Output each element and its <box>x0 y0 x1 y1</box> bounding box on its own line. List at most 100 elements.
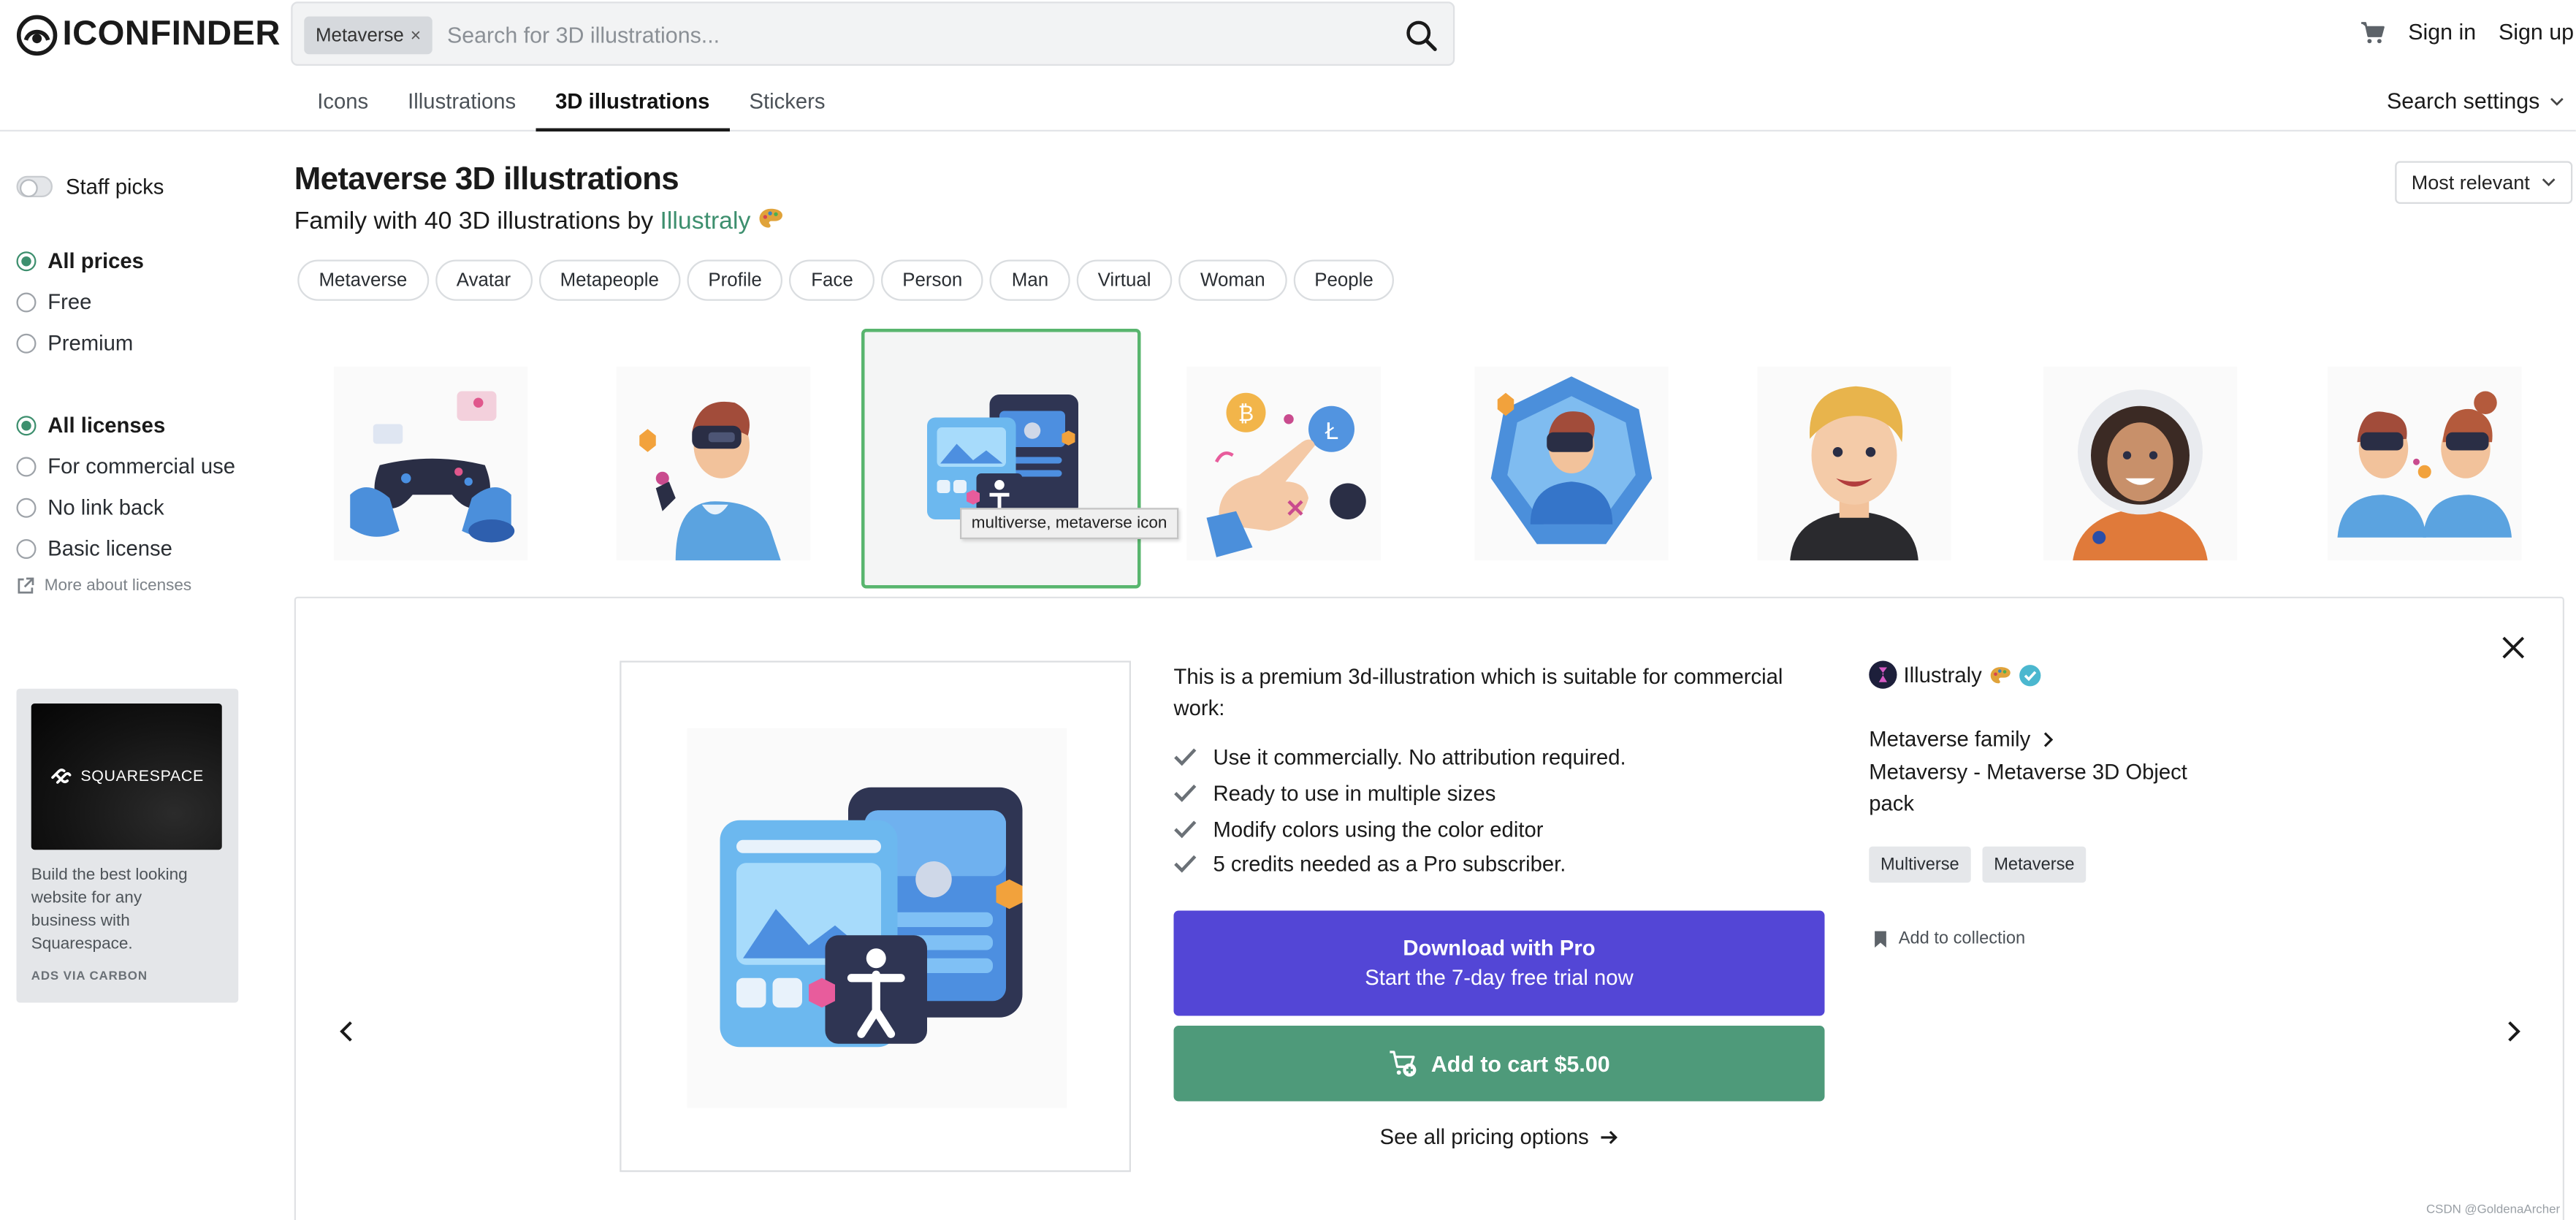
tag-pill[interactable]: Face <box>789 259 875 301</box>
preview-frame <box>620 660 1131 1173</box>
ad-text[interactable]: Build the best looking website for any b… <box>31 865 196 957</box>
search-filter-chip[interactable]: Metaverse × <box>304 16 433 55</box>
feature-item: Ready to use in multiple sizes <box>1174 781 1495 806</box>
thumbnail-vr-portal[interactable] <box>1474 366 1669 561</box>
add-to-collection-button[interactable]: Add to collection <box>1874 929 2025 948</box>
chevron-left-icon[interactable] <box>339 1021 354 1042</box>
thumbnail-crypto-hand[interactable]: ₿ Ł <box>1186 366 1382 561</box>
license-option-label: No link back <box>47 495 164 519</box>
carbon-ad[interactable]: SQUARESPACE Build the best looking websi… <box>16 688 239 1003</box>
thumbnail-astronaut-woman[interactable] <box>2043 366 2238 561</box>
chevron-right-icon[interactable] <box>2507 1021 2521 1042</box>
related-tags: Metaverse Avatar Metapeople Profile Face… <box>297 259 1395 301</box>
cart-icon[interactable] <box>2360 21 2385 45</box>
radio-icon[interactable] <box>16 415 37 435</box>
detail-tag[interactable]: Metaverse <box>1982 846 2087 883</box>
svg-text:Ł: Ł <box>1325 419 1338 445</box>
palette-icon <box>758 208 782 228</box>
author-name[interactable]: Illustraly <box>1904 663 1982 687</box>
thumbnail-vr-man[interactable] <box>616 366 811 561</box>
pricing-options-link[interactable]: See all pricing options <box>1174 1124 1825 1149</box>
logo[interactable]: ICONFINDER <box>16 13 281 56</box>
close-icon[interactable] <box>2502 636 2526 660</box>
cart-button-label: Add to cart $5.00 <box>1430 1051 1610 1076</box>
tag-pill[interactable]: Virtual <box>1076 259 1173 301</box>
tag-pill[interactable]: Man <box>990 259 1070 301</box>
chevron-down-icon <box>2550 96 2564 105</box>
tag-pill[interactable]: Metaverse <box>297 259 429 301</box>
palette-icon <box>1990 666 2011 683</box>
radio-icon[interactable] <box>16 497 37 517</box>
sort-label: Most relevant <box>2411 171 2530 194</box>
page-subtitle: Family with 40 3D illustrations by Illus… <box>294 207 784 235</box>
more-licenses-link[interactable]: More about licenses <box>17 576 192 595</box>
external-link-icon <box>18 577 34 594</box>
thumbnail-blond-man[interactable] <box>1757 366 1951 561</box>
family-link-label: Metaverse family <box>1869 726 2031 752</box>
staff-picks-toggle[interactable]: Staff picks <box>16 174 164 199</box>
license-option-all[interactable]: All licenses <box>16 413 165 438</box>
radio-icon[interactable] <box>16 251 37 271</box>
license-option-commercial[interactable]: For commercial use <box>16 454 235 479</box>
asset-type-tabs: Icons Illustrations 3D illustrations Sti… <box>297 74 845 131</box>
sort-dropdown[interactable]: Most relevant <box>2395 161 2573 204</box>
download-with-pro-button[interactable]: Download with Pro Start the 7-day free t… <box>1173 910 1825 1016</box>
tab-3d-illustrations[interactable]: 3D illustrations <box>536 74 730 131</box>
search-bar: Metaverse × <box>291 1 1455 66</box>
thumbnail-tooltip: multiverse, metaverse icon <box>960 508 1179 539</box>
radio-icon[interactable] <box>16 538 37 558</box>
tag-pill[interactable]: Avatar <box>435 259 533 301</box>
detail-tag[interactable]: Multiverse <box>1869 846 1971 883</box>
author-link[interactable]: Illustraly <box>660 207 751 235</box>
license-option-no-link-back[interactable]: No link back <box>16 495 164 519</box>
tag-pill[interactable]: Metapeople <box>538 259 681 301</box>
add-to-cart-button[interactable]: Add to cart $5.00 <box>1173 1026 1825 1102</box>
price-option-free[interactable]: Free <box>16 289 91 314</box>
family-link[interactable]: Metaverse family <box>1869 726 2054 752</box>
pro-button-title: Download with Pro <box>1403 935 1596 960</box>
tab-illustrations[interactable]: Illustrations <box>388 74 536 131</box>
more-licenses-label: More about licenses <box>44 576 192 595</box>
tag-pill[interactable]: Woman <box>1178 259 1287 301</box>
license-description: This is a premium 3d-illustration which … <box>1173 664 1783 720</box>
ad-via[interactable]: ADS VIA CARBON <box>31 968 148 983</box>
pro-button-subtitle: Start the 7-day free trial now <box>1365 964 1634 990</box>
feature-text: Modify colors using the color editor <box>1213 817 1544 842</box>
pack-name-link[interactable]: Metaversy - Metaverse 3D Object pack <box>1869 756 2206 819</box>
price-option-premium[interactable]: Premium <box>16 330 134 355</box>
thumbnail-gamepad-hands[interactable] <box>333 366 528 561</box>
tab-icons[interactable]: Icons <box>297 74 388 131</box>
bookmark-icon <box>1875 930 1886 947</box>
toggle-switch[interactable] <box>16 175 53 197</box>
radio-icon[interactable] <box>16 291 37 312</box>
radio-icon[interactable] <box>16 332 37 353</box>
feature-text: 5 credits needed as a Pro subscriber. <box>1213 851 1566 877</box>
search-settings-label: Search settings <box>2387 88 2540 114</box>
check-icon <box>1174 748 1197 766</box>
search-input[interactable] <box>447 18 1368 51</box>
license-option-basic[interactable]: Basic license <box>16 536 172 560</box>
tag-pill[interactable]: Profile <box>687 259 783 301</box>
tag-pill[interactable]: Person <box>881 259 984 301</box>
thumbnail-vr-couple[interactable] <box>2328 366 2522 561</box>
staff-picks-label: Staff picks <box>66 174 164 199</box>
search-settings-button[interactable]: Search settings <box>2387 88 2564 114</box>
page-root: ICONFINDER Metaverse × Sign in Sign up I… <box>0 0 2576 1220</box>
arrow-right-icon <box>1600 1129 1617 1143</box>
price-option-all[interactable]: All prices <box>16 248 144 273</box>
sign-up-link[interactable]: Sign up <box>2499 20 2574 45</box>
author-info[interactable]: Illustraly <box>1869 660 2041 689</box>
sign-in-link[interactable]: Sign in <box>2408 20 2476 45</box>
ad-image[interactable]: SQUARESPACE <box>31 704 222 850</box>
radio-icon[interactable] <box>16 456 37 476</box>
tab-stickers[interactable]: Stickers <box>729 74 845 131</box>
search-chip-label: Metaverse <box>316 25 404 45</box>
tag-pill[interactable]: People <box>1292 259 1395 301</box>
page-title: Metaverse 3D illustrations <box>294 161 679 198</box>
author-avatar <box>1869 660 1897 689</box>
chip-remove-icon[interactable]: × <box>411 26 421 45</box>
price-option-label: Premium <box>47 330 134 355</box>
detail-panel: This is a premium 3d-illustration which … <box>294 596 2564 1220</box>
feature-item: Modify colors using the color editor <box>1174 817 1544 842</box>
search-icon[interactable] <box>1404 18 1441 55</box>
